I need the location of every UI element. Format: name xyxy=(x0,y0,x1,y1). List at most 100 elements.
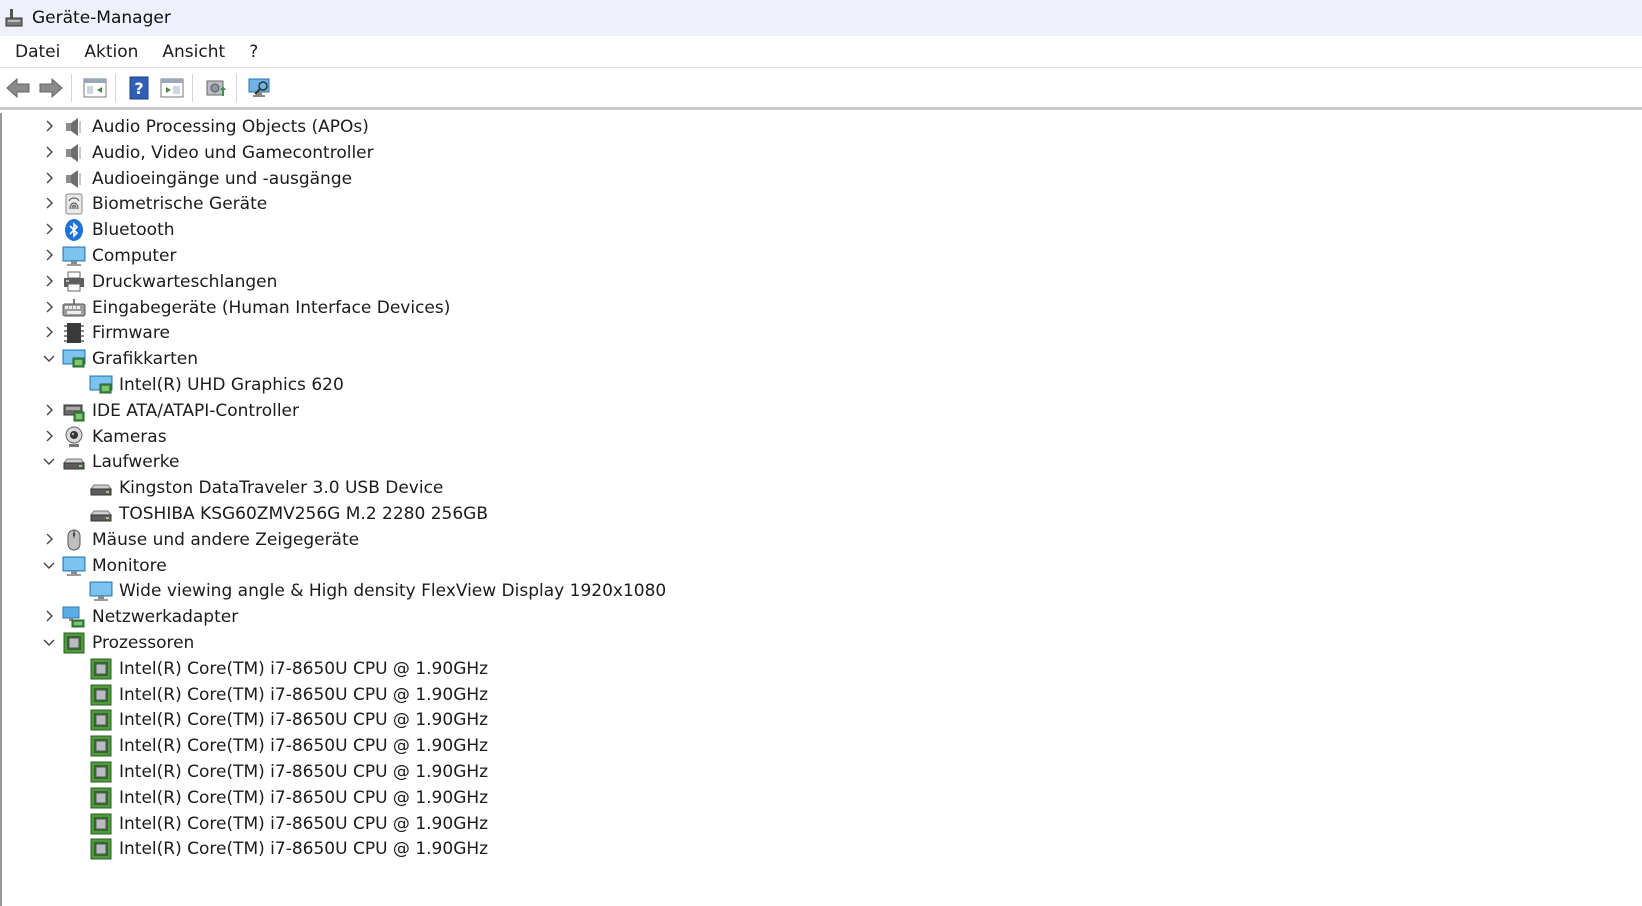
chevron-right-icon[interactable] xyxy=(42,171,56,185)
tree-item-label: Intel(R) UHD Graphics 620 xyxy=(119,375,344,395)
toolbar-separator xyxy=(192,74,193,102)
tree-category-row[interactable]: Grafikkarten xyxy=(2,345,1642,372)
chevron-down-icon[interactable] xyxy=(42,635,56,649)
tree-device-row[interactable]: Intel(R) Core(TM) i7-8650U CPU @ 1.90GHz xyxy=(2,655,1642,682)
speaker-icon xyxy=(62,141,86,165)
speaker-icon xyxy=(62,167,86,191)
chevron-right-icon[interactable] xyxy=(42,609,56,623)
tree-item-label: Kameras xyxy=(92,426,167,447)
display-adapter-icon xyxy=(89,373,113,397)
tree-device-row[interactable]: Intel(R) Core(TM) i7-8650U CPU @ 1.90GHz xyxy=(2,706,1642,733)
svg-text:?: ? xyxy=(134,79,143,98)
tree-device-row[interactable]: Intel(R) Core(TM) i7-8650U CPU @ 1.90GHz xyxy=(2,758,1642,785)
chevron-right-icon[interactable] xyxy=(42,145,56,159)
tree-item-label: Mäuse und andere Zeigegeräte xyxy=(92,529,360,550)
tree-device-row[interactable]: Wide viewing angle & High density FlexVi… xyxy=(2,577,1642,604)
fingerprint-icon xyxy=(62,192,86,216)
update-driver-button[interactable] xyxy=(201,73,231,103)
tree-item-label: Grafikkarten xyxy=(92,349,198,370)
tree-item-label: Kingston DataTraveler 3.0 USB Device xyxy=(119,478,444,499)
menu-datei[interactable]: Datei xyxy=(0,37,72,67)
tree-item-label: Intel(R) Core(TM) i7-8650U CPU @ 1.90GHz xyxy=(119,710,489,731)
speaker-icon xyxy=(62,115,86,139)
chevron-right-icon[interactable] xyxy=(42,403,56,417)
cpu-icon xyxy=(89,734,113,758)
cpu-icon xyxy=(62,631,86,655)
tree-category-row[interactable]: Netzwerkadapter xyxy=(2,603,1642,630)
cpu-icon xyxy=(89,657,113,681)
chevron-right-icon[interactable] xyxy=(42,300,56,314)
tree-category-row[interactable]: Eingabegeräte (Human Interface Devices) xyxy=(2,294,1642,321)
chevron-down-icon[interactable] xyxy=(42,558,56,572)
tree-category-row[interactable]: Bluetooth xyxy=(2,216,1642,243)
tree-device-row[interactable]: Kingston DataTraveler 3.0 USB Device xyxy=(2,474,1642,501)
details-view-button[interactable] xyxy=(157,73,187,103)
tree-device-row[interactable]: Intel(R) UHD Graphics 620 xyxy=(2,371,1642,398)
tree-item-label: Laufwerke xyxy=(92,452,180,473)
tree-device-row[interactable]: Intel(R) Core(TM) i7-8650U CPU @ 1.90GHz xyxy=(2,835,1642,862)
tree-category-row[interactable]: Kameras xyxy=(2,423,1642,450)
chevron-right-icon[interactable] xyxy=(42,119,56,133)
tree-device-row[interactable]: Intel(R) Core(TM) i7-8650U CPU @ 1.90GHz xyxy=(2,681,1642,708)
tree-category-row[interactable]: Monitore xyxy=(2,552,1642,579)
mouse-icon xyxy=(62,528,86,552)
chevron-right-icon[interactable] xyxy=(42,274,56,288)
monitor-icon xyxy=(89,579,113,603)
tree-item-label: Intel(R) Core(TM) i7-8650U CPU @ 1.90GHz xyxy=(119,762,489,782)
tree-device-row[interactable]: Intel(R) Core(TM) i7-8650U CPU @ 1.90GHz xyxy=(2,810,1642,837)
tree-category-row[interactable]: Biometrische Geräte xyxy=(2,190,1642,217)
scan-hardware-button[interactable] xyxy=(245,73,275,103)
tree-category-row[interactable]: Audio Processing Objects (APOs) xyxy=(2,113,1642,140)
tree-device-row[interactable]: Intel(R) Core(TM) i7-8650U CPU @ 1.90GHz xyxy=(2,732,1642,759)
tree-category-row[interactable]: Mäuse und andere Zeigegeräte xyxy=(2,526,1642,553)
firmware-icon xyxy=(62,321,86,345)
tree-category-row[interactable]: Druckwarteschlangen xyxy=(2,268,1642,295)
camera-icon xyxy=(62,425,86,449)
forward-button[interactable] xyxy=(36,73,66,103)
tree-item-label: Audio Processing Objects (APOs) xyxy=(92,117,369,137)
tree-item-label: Wide viewing angle & High density FlexVi… xyxy=(119,581,667,602)
tree-item-label: Intel(R) Core(TM) i7-8650U CPU @ 1.90GHz xyxy=(119,736,489,757)
chevron-right-icon[interactable] xyxy=(42,222,56,236)
menu-ansicht[interactable]: Ansicht xyxy=(150,37,237,67)
tree-category-row[interactable]: Audioeingänge und -ausgänge xyxy=(2,165,1642,192)
chevron-right-icon[interactable] xyxy=(42,196,56,210)
cpu-icon xyxy=(89,708,113,732)
network-icon xyxy=(62,605,86,629)
tree-item-label: Monitore xyxy=(92,555,167,576)
menu-help[interactable]: ? xyxy=(237,37,270,67)
chevron-down-icon[interactable] xyxy=(42,351,56,365)
display-adapter-icon xyxy=(62,347,86,371)
tree-category-row[interactable]: Firmware xyxy=(2,319,1642,346)
chevron-right-icon[interactable] xyxy=(42,429,56,443)
chevron-right-icon[interactable] xyxy=(42,532,56,546)
drive-icon xyxy=(89,476,113,500)
chevron-right-icon[interactable] xyxy=(42,325,56,339)
drive-icon xyxy=(89,502,113,526)
cpu-icon xyxy=(89,760,113,784)
title-bar: Geräte-Manager xyxy=(0,0,1642,36)
menu-aktion[interactable]: Aktion xyxy=(72,37,150,67)
help-button[interactable]: ? xyxy=(124,73,154,103)
device-tree[interactable]: Audio Processing Objects (APOs) Audio, Vi… xyxy=(0,113,1642,906)
tree-device-row[interactable]: Intel(R) Core(TM) i7-8650U CPU @ 1.90GHz xyxy=(2,784,1642,811)
tree-category-row[interactable]: IDE ATA/ATAPI-Controller xyxy=(2,397,1642,424)
tree-item-label: Bluetooth xyxy=(92,220,175,241)
monitor-icon xyxy=(62,244,86,268)
tree-category-row[interactable]: Audio, Video und Gamecontroller xyxy=(2,139,1642,166)
tree-item-label: Audio, Video und Gamecontroller xyxy=(92,142,374,163)
tree-item-label: IDE ATA/ATAPI-Controller xyxy=(92,400,300,421)
properties-view-button[interactable] xyxy=(80,73,110,103)
properties-view-icon xyxy=(83,78,107,98)
chevron-down-icon[interactable] xyxy=(42,454,56,468)
chevron-right-icon[interactable] xyxy=(42,248,56,262)
ide-icon xyxy=(62,399,86,423)
tree-item-label: Eingabegeräte (Human Interface Devices) xyxy=(92,297,451,318)
tree-category-row[interactable]: Prozessoren xyxy=(2,629,1642,656)
tree-category-row[interactable]: Computer xyxy=(2,242,1642,269)
back-button[interactable] xyxy=(3,73,33,103)
bluetooth-icon xyxy=(62,218,86,242)
tree-category-row[interactable]: Laufwerke xyxy=(2,448,1642,475)
tree-device-row[interactable]: TOSHIBA KSG60ZMV256G M.2 2280 256GB xyxy=(2,500,1642,527)
forward-icon xyxy=(39,77,63,99)
